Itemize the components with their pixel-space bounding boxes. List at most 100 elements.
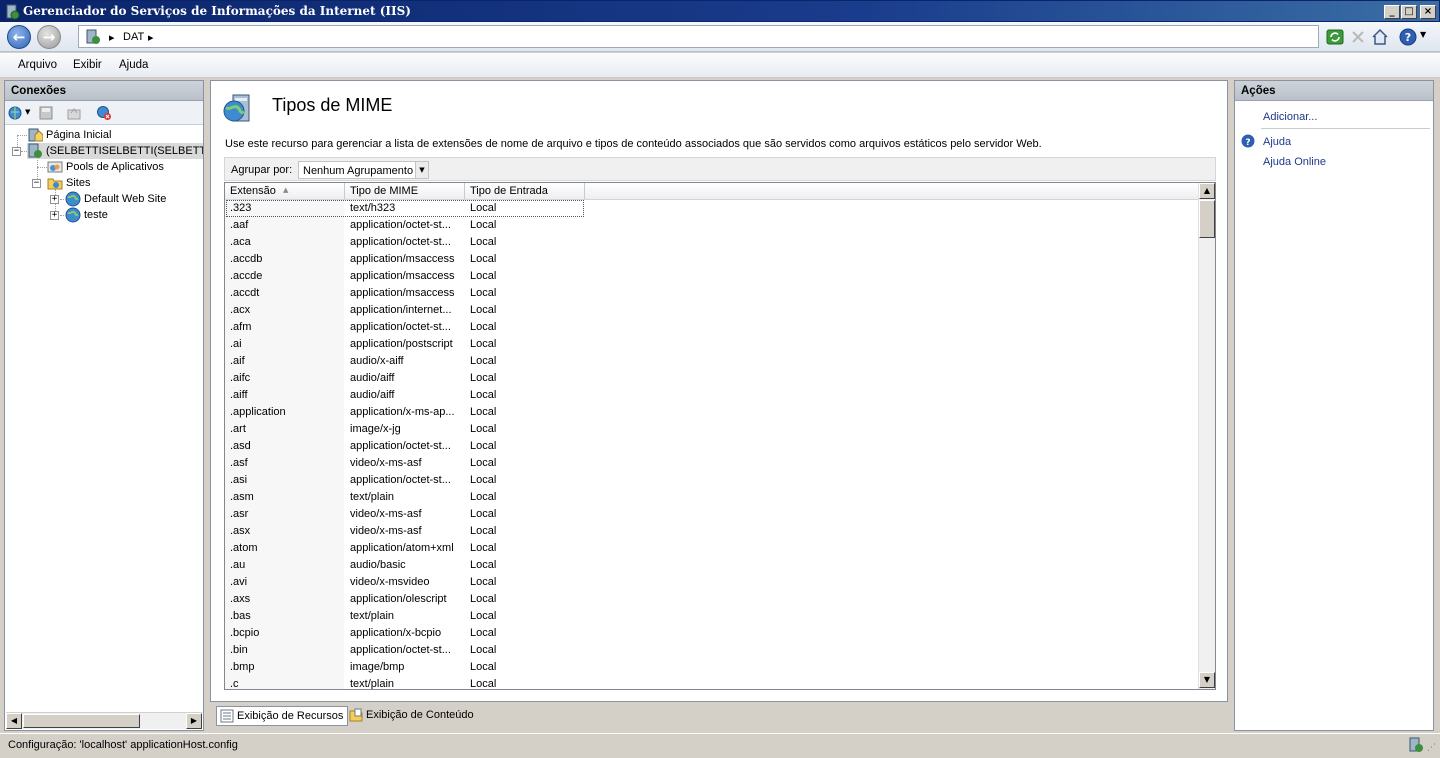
- menu-arquivo[interactable]: Arquivo: [18, 59, 57, 71]
- table-row[interactable]: .atom application/atom+xml Local: [225, 540, 1200, 557]
- menu-exibir[interactable]: Exibir: [73, 59, 102, 71]
- add-action-link[interactable]: Adicionar...: [1263, 111, 1317, 123]
- column-header-mime-type[interactable]: Tipo de MIME: [345, 183, 465, 199]
- table-row[interactable]: .au audio/basic Local: [225, 557, 1200, 574]
- forward-button[interactable]: →: [37, 25, 61, 49]
- expand-default-site-toggle[interactable]: +: [50, 195, 59, 204]
- breadcrumb-separator[interactable]: ▸: [148, 31, 154, 44]
- column-header-entry-type[interactable]: Tipo de Entrada: [465, 183, 585, 199]
- table-row[interactable]: .bmp image/bmp Local: [225, 659, 1200, 676]
- cell-extension: .afm: [230, 321, 252, 333]
- tree-label-server: (SELBETTISELBETTI(SELBETTI\re: [46, 145, 203, 157]
- table-row[interactable]: .art image/x-jg Local: [225, 421, 1200, 438]
- table-row[interactable]: .accdt application/msaccess Local: [225, 285, 1200, 302]
- cell-mime-type: video/x-ms-asf: [350, 457, 422, 469]
- table-row[interactable]: .asi application/octet-st... Local: [225, 472, 1200, 489]
- cell-entry-type: Local: [470, 219, 497, 231]
- scroll-thumb[interactable]: [1199, 200, 1215, 238]
- table-row[interactable]: .accde application/msaccess Local: [225, 268, 1200, 285]
- resize-grip-icon[interactable]: ⋰: [1427, 743, 1436, 753]
- help-icon[interactable]: ?: [1398, 27, 1418, 47]
- minimize-button[interactable]: _: [1384, 5, 1400, 19]
- cell-entry-type: Local: [470, 338, 497, 350]
- close-button[interactable]: ×: [1420, 5, 1436, 19]
- stop-icon[interactable]: [1348, 27, 1368, 47]
- up-icon[interactable]: [66, 105, 82, 121]
- cell-entry-type: Local: [470, 542, 497, 554]
- cell-extension: .acx: [230, 304, 251, 316]
- column-label-entry-type: Tipo de Entrada: [470, 185, 548, 197]
- connect-dropdown-icon[interactable]: ▼: [25, 108, 30, 116]
- svg-text:?: ?: [1405, 31, 1411, 44]
- back-button[interactable]: ←: [7, 25, 31, 49]
- tab-content-view[interactable]: Exibição de Conteúdo: [346, 706, 478, 726]
- scroll-up-icon[interactable]: ▲: [1199, 183, 1215, 199]
- table-row[interactable]: .accdb application/msaccess Local: [225, 251, 1200, 268]
- table-row[interactable]: .asm text/plain Local: [225, 489, 1200, 506]
- table-row[interactable]: .asf video/x-ms-asf Local: [225, 455, 1200, 472]
- scroll-thumb[interactable]: [23, 714, 140, 728]
- help-icon: ?: [1241, 134, 1255, 148]
- cell-mime-type: application/msaccess: [350, 270, 455, 282]
- table-row[interactable]: .aifc audio/aiff Local: [225, 370, 1200, 387]
- cell-mime-type: audio/basic: [350, 559, 406, 571]
- column-header-extension[interactable]: Extensão ▲: [225, 183, 345, 199]
- collapse-server-toggle[interactable]: −: [12, 147, 21, 156]
- tree-item-server[interactable]: (SELBETTISELBETTI(SELBETTI\re: [27, 143, 203, 159]
- cell-mime-type: audio/x-aiff: [350, 355, 404, 367]
- table-row[interactable]: .bcpio application/x-bcpio Local: [225, 625, 1200, 642]
- table-row[interactable]: .asx video/x-ms-asf Local: [225, 523, 1200, 540]
- home-icon[interactable]: [1370, 27, 1390, 47]
- connections-horizontal-scrollbar[interactable]: ◀ ▶: [6, 712, 202, 729]
- tab-features-view[interactable]: Exibição de Recursos: [216, 706, 349, 726]
- online-help-action-link[interactable]: Ajuda Online: [1263, 156, 1326, 168]
- scroll-right-icon[interactable]: ▶: [186, 713, 202, 729]
- save-icon[interactable]: [38, 105, 54, 121]
- collapse-sites-toggle[interactable]: −: [32, 179, 41, 188]
- table-row[interactable]: .axs application/olescript Local: [225, 591, 1200, 608]
- table-row[interactable]: .aiff audio/aiff Local: [225, 387, 1200, 404]
- table-row[interactable]: .ai application/postscript Local: [225, 336, 1200, 353]
- cell-mime-type: application/octet-st...: [350, 440, 451, 452]
- table-row[interactable]: .c text/plain Local: [225, 676, 1200, 689]
- mime-types-list[interactable]: Extensão ▲ Tipo de MIME Tipo de Entrada …: [224, 182, 1216, 690]
- group-by-select[interactable]: Nenhum Agrupamento ▼: [298, 161, 429, 179]
- cell-entry-type: Local: [470, 644, 497, 656]
- table-row[interactable]: .asd application/octet-st... Local: [225, 438, 1200, 455]
- chevron-down-icon[interactable]: ▼: [415, 162, 428, 178]
- table-row[interactable]: .afm application/octet-st... Local: [225, 319, 1200, 336]
- table-row[interactable]: .aif audio/x-aiff Local: [225, 353, 1200, 370]
- cell-entry-type: Local: [470, 406, 497, 418]
- help-action-link[interactable]: Ajuda: [1263, 136, 1291, 148]
- table-row[interactable]: .bin application/octet-st... Local: [225, 642, 1200, 659]
- cell-extension: .aca: [230, 236, 251, 248]
- refresh-icon[interactable]: [1325, 27, 1345, 47]
- table-row[interactable]: .aca application/octet-st... Local: [225, 234, 1200, 251]
- address-bar[interactable]: ▸ DAT ▸: [78, 25, 1319, 48]
- help-dropdown-arrow-icon[interactable]: ▼: [1420, 30, 1426, 39]
- list-header-filler: [585, 183, 1198, 200]
- connect-icon[interactable]: [8, 105, 24, 121]
- table-row[interactable]: .avi video/x-msvideo Local: [225, 574, 1200, 591]
- cell-mime-type: application/octet-st...: [350, 321, 451, 333]
- breadcrumb-separator: ▸: [109, 32, 115, 44]
- cell-extension: .bas: [230, 610, 251, 622]
- menu-ajuda[interactable]: Ajuda: [119, 59, 148, 71]
- disconnect-icon[interactable]: [96, 105, 112, 121]
- table-row[interactable]: .application application/x-ms-ap... Local: [225, 404, 1200, 421]
- cell-mime-type: application/msaccess: [350, 253, 455, 265]
- title-bar[interactable]: Gerenciador do Serviços de Informações d…: [0, 0, 1440, 22]
- scroll-left-icon[interactable]: ◀: [6, 713, 22, 729]
- expand-teste-toggle[interactable]: +: [50, 211, 59, 220]
- maximize-button[interactable]: □: [1401, 5, 1417, 19]
- table-row[interactable]: .asr video/x-ms-asf Local: [225, 506, 1200, 523]
- scroll-down-icon[interactable]: ▼: [1199, 672, 1215, 688]
- table-row[interactable]: .bas text/plain Local: [225, 608, 1200, 625]
- table-row[interactable]: .acx application/internet... Local: [225, 302, 1200, 319]
- page-title: Tipos de MIME: [272, 95, 393, 115]
- cell-entry-type: Local: [470, 627, 497, 639]
- table-row[interactable]: .aaf application/octet-st... Local: [225, 217, 1200, 234]
- cell-entry-type: Local: [470, 610, 497, 622]
- list-vertical-scrollbar[interactable]: ▲ ▼: [1198, 183, 1215, 689]
- breadcrumb-server[interactable]: DAT: [123, 31, 144, 43]
